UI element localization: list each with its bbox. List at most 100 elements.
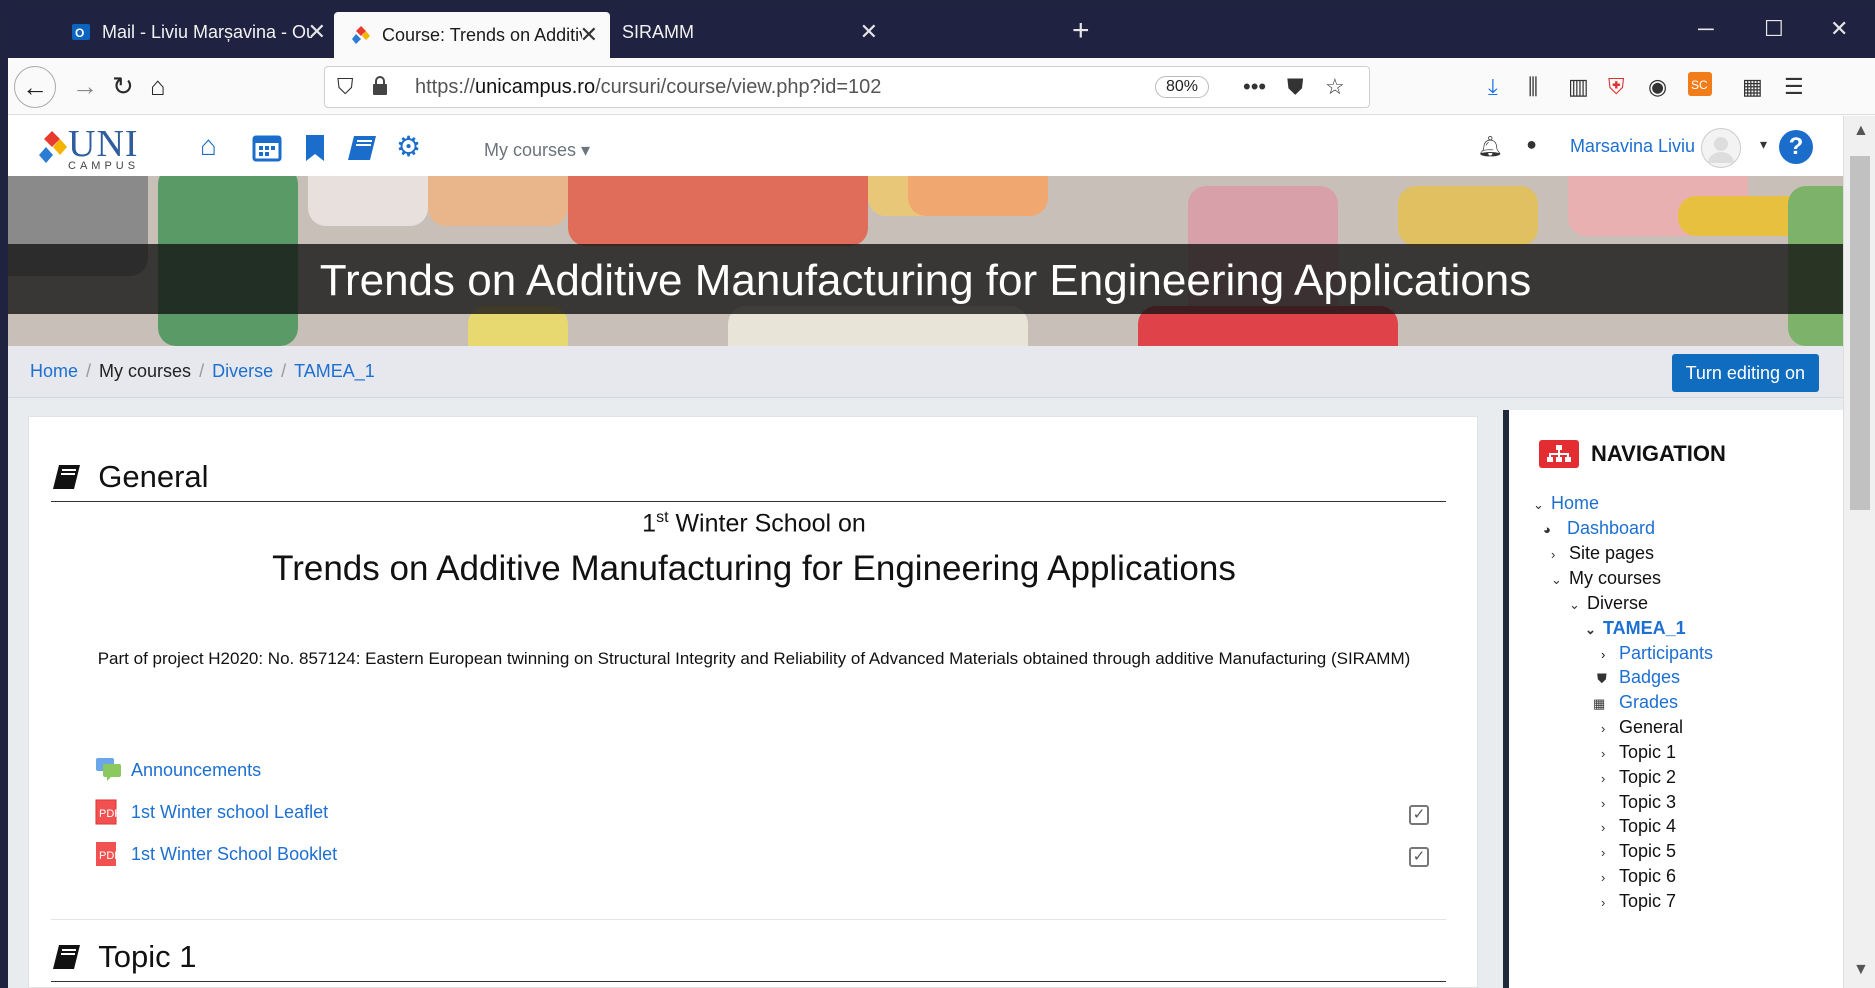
reload-icon[interactable]: ↻ [112, 71, 134, 101]
tab-title: Course: Trends on Additive Mar [382, 24, 582, 45]
nav-site-pages[interactable]: › Site pages [1551, 543, 1654, 564]
zoom-badge[interactable]: 80% [1155, 76, 1210, 98]
minimize-icon[interactable]: ─ [1698, 16, 1714, 42]
svg-text:O: O [75, 26, 84, 40]
calendar-icon[interactable] [252, 132, 282, 169]
breadcrumb-course[interactable]: TAMEA_1 [294, 361, 375, 381]
nav-grades[interactable]: ▦ Grades [1593, 692, 1678, 713]
shield-icon[interactable]: ⛉ [337, 74, 354, 100]
chevron-down-icon[interactable]: ▾ [1760, 136, 1767, 153]
gear-icon[interactable]: ⚙ [396, 130, 421, 163]
nav-home[interactable]: ⌄ Home [1533, 493, 1599, 514]
browser-toolbar: ← → ↻ ⌂ ⛉ https://unicampus.ro/cursuri/c… [8, 58, 1875, 115]
scrollbar-thumb[interactable] [1850, 156, 1870, 510]
scroll-up-icon[interactable]: ▲ [1853, 122, 1869, 140]
gift-icon[interactable]: ▦ [1742, 74, 1763, 100]
menu-icon[interactable]: ☰ [1784, 74, 1804, 100]
close-tab-icon[interactable]: ✕ [860, 19, 878, 45]
nav-diverse[interactable]: ⌄ Diverse [1569, 593, 1648, 614]
extension-shield-icon[interactable]: ⛨ [1608, 74, 1625, 100]
book-icon[interactable] [346, 134, 378, 169]
course-full-title: Trends on Additive Manufacturing for Eng… [272, 549, 1236, 588]
chevron-down-icon: ⌄ [1551, 572, 1562, 587]
section-underline [51, 501, 1446, 502]
activity-booklet[interactable]: PDF 1st Winter School Booklet [95, 841, 337, 867]
maximize-icon[interactable]: ☐ [1764, 16, 1784, 42]
home-icon[interactable]: ⌂ [200, 130, 217, 162]
nav-topic-4[interactable]: › Topic 4 [1601, 816, 1676, 837]
star-icon[interactable]: ☆ [1325, 74, 1345, 100]
more-icon[interactable]: ••• [1243, 74, 1266, 100]
course-banner: Trends on Additive Manufacturing for Eng… [8, 176, 1843, 346]
nav-topic-6[interactable]: › Topic 6 [1601, 866, 1676, 887]
breadcrumb-my-courses[interactable]: My courses [99, 361, 191, 381]
logo-mark-icon [39, 131, 67, 163]
book-icon [51, 943, 88, 973]
breadcrumb-diverse[interactable]: Diverse [212, 361, 273, 381]
section-divider [51, 919, 1446, 920]
breadcrumb: Home / My courses / Diverse / TAMEA_1 Turn edi… [8, 346, 1843, 398]
sc-extension-icon[interactable]: SC [1688, 72, 1712, 102]
breadcrumb-home[interactable]: Home [30, 361, 78, 381]
dashboard-icon: ◕ [1543, 522, 1551, 537]
url-bar[interactable]: ⛉ https://unicampus.ro/cursuri/course/vi… [324, 66, 1370, 108]
page-scrollbar[interactable]: ▲ ▼ [1843, 116, 1875, 988]
nav-my-courses[interactable]: ⌄ My courses [1551, 568, 1661, 589]
bell-icon[interactable]: 🔔︎ [1478, 134, 1503, 159]
pocket-icon[interactable]: ⛊ [1287, 74, 1304, 100]
chevron-down-icon: ⌄ [1533, 497, 1544, 512]
navigation-block: NAVIGATION ⌄ Home ◕ Dashboard › Site pages … [1503, 410, 1843, 988]
chevron-right-icon: › [1601, 845, 1606, 860]
table-icon: ▦ [1593, 696, 1606, 711]
nav-topic-1[interactable]: › Topic 1 [1601, 742, 1676, 763]
nav-general[interactable]: › General [1601, 717, 1683, 738]
scroll-down-icon[interactable]: ▼ [1853, 961, 1869, 979]
download-icon[interactable]: ⤓ [1488, 74, 1498, 100]
unicampus-icon [350, 24, 372, 46]
nav-tamea1[interactable]: ⌄ TAMEA_1 [1585, 618, 1686, 639]
sitemap-icon [1539, 440, 1579, 468]
nav-participants[interactable]: › Participants [1601, 643, 1713, 664]
tab-bar: O Mail - Liviu Marșavina - Outlool ✕ Cou… [8, 6, 1875, 58]
window-close-icon[interactable]: ✕ [1830, 16, 1848, 42]
chevron-right-icon: › [1601, 721, 1606, 736]
nav-badges[interactable]: ⛊ Badges [1597, 667, 1680, 688]
url-text: https://unicampus.ro/cursuri/course/view… [415, 76, 882, 98]
avatar[interactable] [1701, 128, 1741, 168]
section-general-heading: General [51, 459, 209, 495]
sidebar-icon[interactable]: ▥ [1568, 74, 1589, 100]
pdf-icon: PDF [95, 799, 121, 825]
tab-course[interactable]: Course: Trends on Additive Mar ✕ [334, 12, 610, 58]
home-icon[interactable]: ⌂ [150, 71, 166, 101]
new-tab-icon[interactable]: + [1072, 14, 1090, 48]
chat-icon[interactable]: ● [1526, 134, 1537, 155]
nav-topic-2[interactable]: › Topic 2 [1601, 767, 1676, 788]
turn-editing-on-button[interactable]: Turn editing on [1671, 354, 1819, 392]
forward-icon[interactable]: → [72, 71, 98, 101]
tab-mail[interactable]: O Mail - Liviu Marșavina - Outlool ✕ [54, 12, 338, 52]
close-tab-icon[interactable]: ✕ [308, 19, 326, 45]
bookmark-icon[interactable] [304, 134, 326, 169]
activity-leaflet[interactable]: PDF 1st Winter school Leaflet [95, 799, 328, 825]
completion-checkbox[interactable]: ✓ [1409, 847, 1429, 867]
section-underline [51, 981, 1446, 982]
nav-topic-7[interactable]: › Topic 7 [1601, 891, 1676, 912]
nav-topic-3[interactable]: › Topic 3 [1601, 792, 1676, 813]
account-icon[interactable]: ◉ [1648, 74, 1667, 100]
chevron-right-icon: › [1601, 895, 1606, 910]
completion-checkbox[interactable]: ✓ [1409, 805, 1429, 825]
user-name[interactable]: Marsavina Liviu [1570, 136, 1695, 157]
tab-title: Mail - Liviu Marșavina - Outlool [102, 21, 312, 42]
back-button[interactable]: ← [14, 66, 56, 108]
library-icon[interactable]: ⫼ [1528, 74, 1538, 100]
nav-dashboard[interactable]: ◕ Dashboard [1543, 518, 1655, 539]
chevron-down-icon: ⌄ [1585, 622, 1596, 637]
my-courses-dropdown[interactable]: My courses ▾ [484, 140, 590, 161]
nav-topic-5[interactable]: › Topic 5 [1601, 841, 1676, 862]
activity-announcements[interactable]: Announcements [95, 757, 261, 783]
back-arrow-icon: ← [22, 71, 48, 102]
close-tab-icon[interactable]: ✕ [580, 22, 598, 48]
lock-icon[interactable] [371, 75, 389, 103]
tab-siramm[interactable]: SIRAMM ✕ [606, 12, 890, 52]
help-icon[interactable]: ? [1779, 130, 1813, 164]
